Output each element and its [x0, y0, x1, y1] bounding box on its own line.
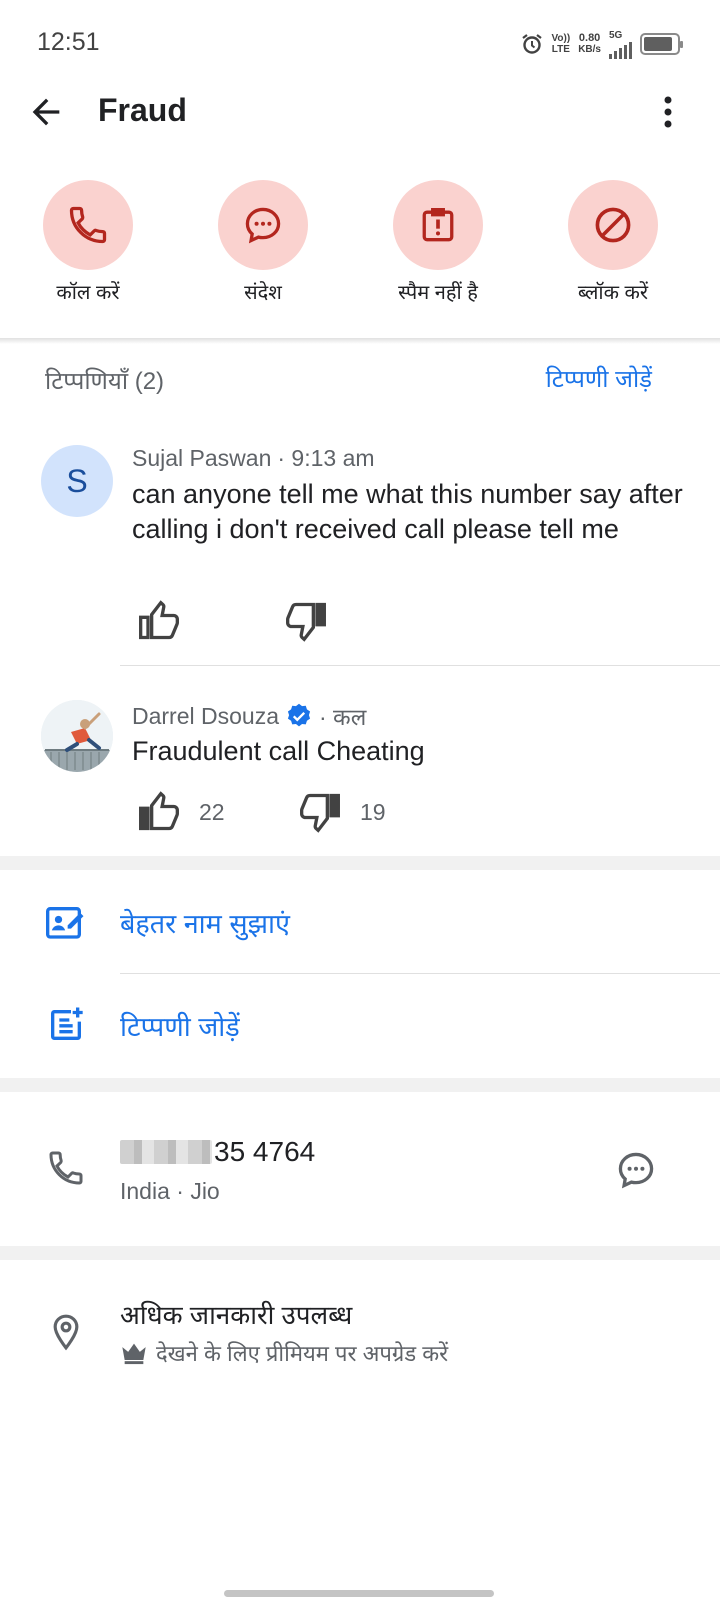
call-action[interactable]: कॉल करें [13, 180, 163, 305]
volte-indicator: Vo)) LTE [551, 33, 571, 55]
carrier-info: India · Jio [120, 1178, 220, 1204]
alarm-icon [521, 34, 542, 54]
status-time: 12:51 [37, 28, 100, 56]
section-divider [0, 338, 720, 344]
row-divider [120, 973, 720, 974]
suggest-name-label: बेहतर नाम सुझाएं [120, 909, 290, 939]
comment-author: Darrel Dsouza [132, 702, 279, 729]
phone-number: 35 4764 [120, 1136, 315, 1168]
dislike-button[interactable]: 19 [298, 790, 386, 834]
more-options-button[interactable] [656, 94, 680, 130]
report-icon [422, 207, 454, 242]
status-bar: 12:51 Vo)) LTE 0.80 KB/s 5G [0, 0, 720, 88]
thumb-down-icon [286, 602, 326, 642]
comment-meta: Darrel Dsouza · कल [132, 700, 366, 732]
call-label: कॉल करें [56, 282, 120, 304]
status-icons: Vo)) LTE 0.80 KB/s 5G [520, 28, 683, 60]
upgrade-prompt[interactable]: देखने के लिए प्रीमियम पर अपग्रेड करें [120, 1338, 448, 1368]
add-comment-row[interactable]: टिप्पणी जोड़ें [0, 995, 720, 1065]
phone-number-visible: 35 4764 [214, 1136, 316, 1167]
comments-count: टिप्पणियाँ (2) [45, 368, 165, 395]
add-note-icon [51, 1007, 83, 1040]
phone-icon [69, 206, 107, 244]
block-action[interactable]: ब्लॉक करें [538, 180, 688, 305]
comment-author: Sujal Paswan [132, 445, 272, 471]
block-icon [595, 207, 631, 243]
thumb-up-icon [139, 600, 179, 640]
block-button[interactable] [568, 180, 658, 270]
more-info-title: अधिक जानकारी उपलब्ध [120, 1300, 353, 1330]
thumb-up-icon [139, 791, 179, 831]
phone-number-row[interactable] [0, 1120, 720, 1230]
section-band [0, 856, 720, 870]
more-vert-icon [664, 96, 672, 128]
comment-time: · 9:13 am [277, 445, 375, 471]
dislike-button[interactable] [284, 599, 328, 643]
call-button[interactable] [43, 180, 133, 270]
thumb-down-icon [300, 793, 340, 833]
message-label: संदेश [244, 282, 282, 304]
dislike-count: 19 [360, 798, 386, 825]
app-bar: Fraud [0, 88, 720, 136]
user-photo-icon [41, 700, 113, 772]
add-comment-label: टिप्पणी जोड़ें [120, 1012, 240, 1042]
back-button[interactable] [26, 92, 66, 132]
message-action[interactable]: संदेश [188, 180, 338, 305]
battery-icon [640, 33, 683, 55]
add-comment-link[interactable]: टिप्पणी जोड़ें [546, 362, 652, 395]
avatar[interactable] [41, 700, 113, 772]
not-spam-button[interactable] [393, 180, 483, 270]
like-button[interactable] [137, 599, 181, 643]
signal-bars-icon [609, 41, 632, 59]
not-spam-action[interactable]: स्पैम नहीं है [363, 180, 513, 305]
suggest-name-row[interactable]: बेहतर नाम सुझाएं [0, 890, 720, 970]
comment-text: Fraudulent call Cheating [132, 736, 425, 766]
action-row: कॉल करें संदेश स्पैम नहीं है ब्लॉक करें [0, 180, 720, 310]
location-pin-icon [53, 1314, 79, 1351]
phone-icon [49, 1151, 83, 1185]
home-indicator[interactable] [224, 1590, 494, 1597]
message-icon [245, 207, 281, 244]
comments-header: टिप्पणियाँ (2) टिप्पणी जोड़ें [0, 360, 720, 400]
crown-icon [122, 1343, 146, 1365]
like-button[interactable]: 22 [137, 790, 225, 834]
avatar[interactable]: S [41, 445, 113, 517]
signal-indicator: 5G [609, 30, 632, 59]
block-label: ब्लॉक करें [577, 282, 649, 304]
verified-badge-icon [287, 703, 311, 727]
like-count: 22 [199, 798, 225, 825]
arrow-back-icon [32, 98, 60, 126]
comment-divider [120, 665, 720, 666]
comment-text: can anyone tell me what this number say … [132, 479, 683, 544]
edit-name-icon [46, 907, 84, 939]
section-band [0, 1246, 720, 1260]
redacted-digits [120, 1140, 212, 1164]
network-speed: 0.80 KB/s [578, 32, 601, 56]
message-button[interactable] [218, 180, 308, 270]
message-icon[interactable] [614, 1148, 658, 1192]
upgrade-text: देखने के लिए प्रीमियम पर अपग्रेड करें [156, 1341, 449, 1366]
not-spam-label: स्पैम नहीं है [398, 282, 478, 304]
comment-meta: Sujal Paswan · 9:13 am [132, 445, 375, 472]
page-title: Fraud [98, 92, 187, 128]
comment-time: · कल [319, 704, 367, 730]
section-band [0, 1078, 720, 1092]
